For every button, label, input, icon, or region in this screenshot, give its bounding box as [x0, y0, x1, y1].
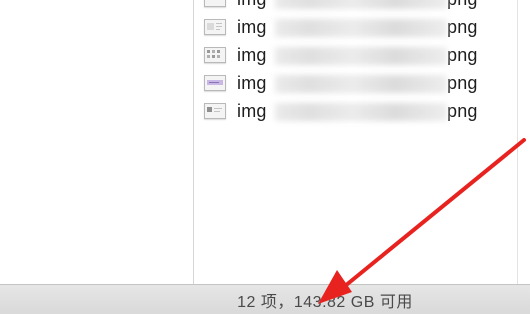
file-row[interactable]: img png — [204, 41, 514, 69]
file-name: img png — [237, 73, 487, 94]
left-column-pane — [0, 0, 193, 284]
redacted-filename — [275, 74, 447, 93]
redacted-filename — [275, 102, 447, 121]
file-row[interactable]: img png — [204, 97, 514, 125]
file-name-prefix: img — [237, 44, 267, 65]
file-name-prefix: img — [237, 16, 267, 37]
image-thumbnail-icon — [204, 75, 226, 91]
file-name: img png — [237, 17, 487, 38]
file-extension: png — [447, 44, 478, 65]
image-thumbnail-icon — [204, 0, 226, 7]
file-row[interactable]: img png — [204, 0, 514, 13]
file-extension: png — [447, 0, 478, 10]
file-name-prefix: img — [237, 100, 267, 121]
redacted-filename — [275, 0, 447, 9]
file-list: img png img png img png img png img png — [204, 0, 514, 125]
file-extension: png — [447, 72, 478, 93]
file-name-prefix: img — [237, 0, 275, 10]
file-name: img png — [237, 101, 487, 122]
status-item-count-free-space: 12 项，143.82 GB 可用 — [237, 293, 413, 311]
file-name-prefix: img — [237, 72, 267, 93]
file-row[interactable]: img png — [204, 13, 514, 41]
file-extension: png — [447, 16, 478, 37]
column-divider[interactable] — [193, 0, 194, 284]
redacted-filename — [275, 46, 447, 65]
image-thumbnail-icon — [204, 19, 226, 35]
image-thumbnail-icon — [204, 103, 226, 119]
arrow-shaft — [343, 138, 526, 288]
file-name: img png — [237, 45, 487, 66]
file-name: img png — [237, 0, 487, 10]
redacted-filename — [275, 18, 447, 37]
image-thumbnail-icon — [204, 47, 226, 63]
file-row[interactable]: img png — [204, 69, 514, 97]
file-extension: png — [447, 100, 478, 121]
status-bar: 12 项，143.82 GB 可用 — [0, 284, 530, 314]
finder-window: img png img png img png img png img png — [0, 0, 530, 314]
column-divider-right[interactable] — [517, 0, 518, 284]
